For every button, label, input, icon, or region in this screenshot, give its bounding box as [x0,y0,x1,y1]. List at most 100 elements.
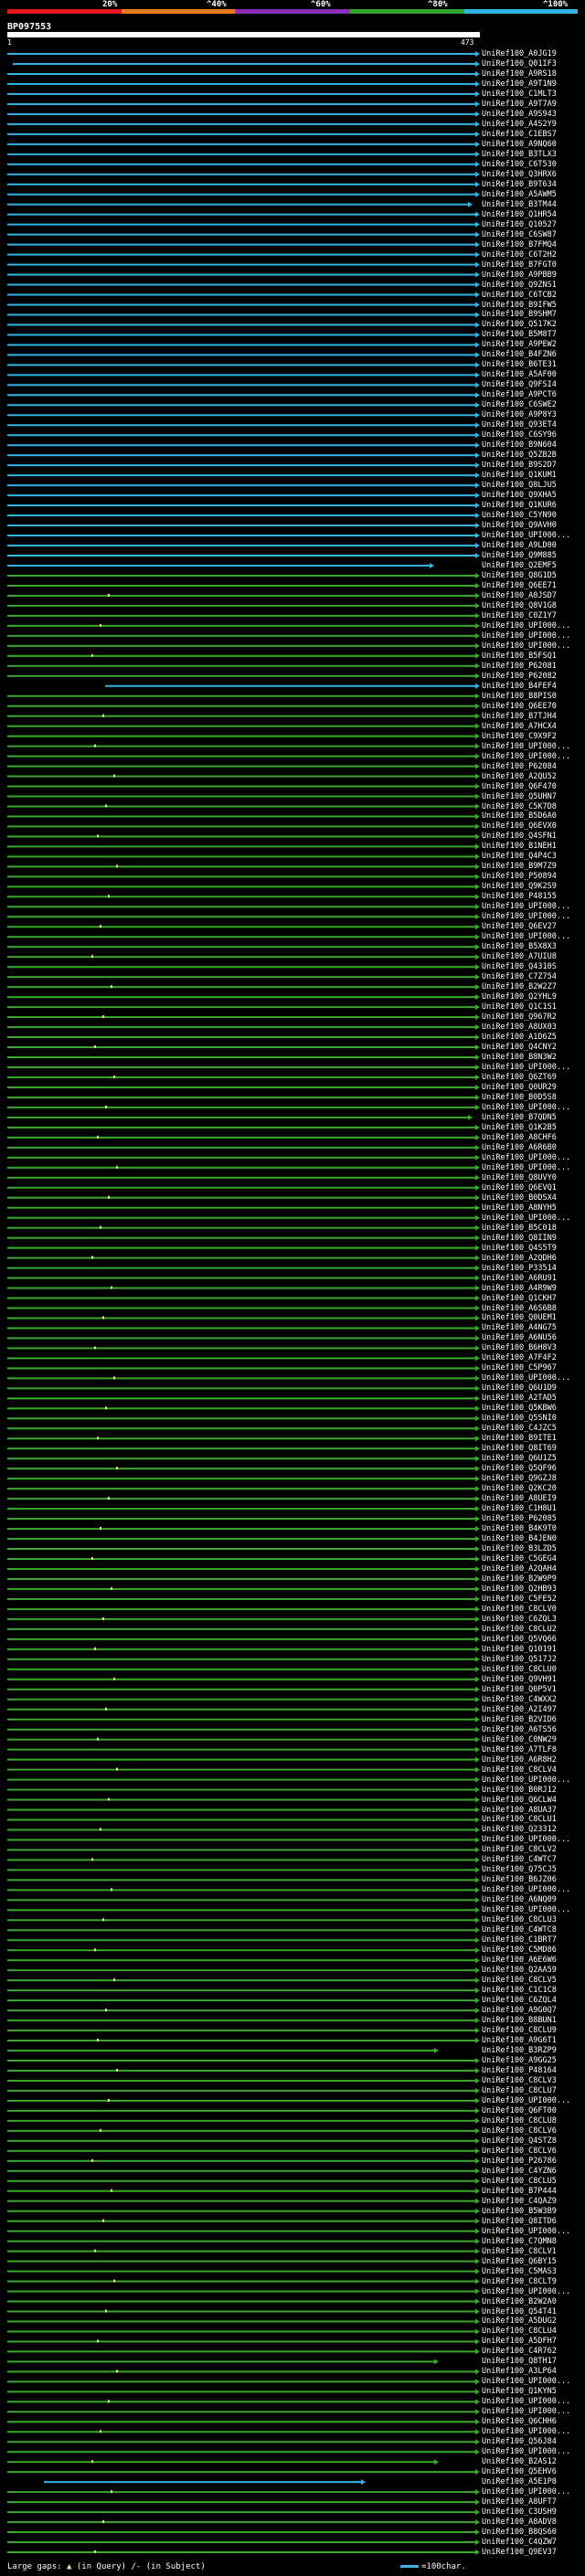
hit-label[interactable]: UniRef100_C0Z1Y7 [482,611,557,620]
hit-label[interactable]: UniRef100_UPI000... [482,1885,570,1894]
hit-label[interactable]: UniRef100_Q10527 [482,220,557,229]
hit-label[interactable]: UniRef100_C8CLV2 [482,1845,557,1854]
hit-label[interactable]: UniRef100_UPI000... [482,1373,570,1383]
hit-label[interactable]: UniRef100_C4QZW7 [482,2538,557,2547]
hit-label[interactable]: UniRef100_C4WTC8 [482,1925,557,1935]
hit-label[interactable]: UniRef100_Q1KUM1 [482,471,557,480]
hit-label[interactable]: UniRef100_Q8ITD6 [482,2217,557,2226]
hit-label[interactable]: UniRef100_A6S6B8 [482,1304,557,1313]
hit-label[interactable]: UniRef100_C5MD86 [482,1945,557,1955]
hit-label[interactable]: UniRef100_B2W2Z7 [482,982,557,991]
hit-label[interactable]: UniRef100_Q4310S [482,962,557,971]
hit-label[interactable]: UniRef100_B4JEN0 [482,1534,557,1543]
hit-label[interactable]: UniRef100_UPI000... [482,2447,570,2456]
hit-label[interactable]: UniRef100_C6ZQL4 [482,1996,557,2005]
hit-label[interactable]: UniRef100_C6ZQL3 [482,1615,557,1624]
hit-label[interactable]: UniRef100_C5P967 [482,1363,557,1373]
hit-label[interactable]: UniRef100_Q1C1S1 [482,1002,557,1012]
hit-label[interactable]: UniRef100_Q1KUR6 [482,501,557,510]
hit-label[interactable]: UniRef100_C4WXX2 [482,1695,557,1704]
hit-label[interactable]: UniRef100_Q967R2 [482,1012,557,1022]
hit-label[interactable]: UniRef100_C1H8U1 [482,1504,557,1513]
hit-label[interactable]: UniRef100_Q5QF96 [482,1464,557,1473]
hit-label[interactable]: UniRef100_C9X9F2 [482,732,557,741]
hit-label[interactable]: UniRef100_UPI000... [482,1063,570,1072]
hit-label[interactable]: UniRef100_Q517K2 [482,320,557,329]
hit-label[interactable]: UniRef100_A6R8H2 [482,1755,557,1765]
hit-label[interactable]: UniRef100_UPI000... [482,2407,570,2416]
hit-label[interactable]: UniRef100_A8UEI9 [482,1494,557,1503]
hit-label[interactable]: UniRef100_Q4STZ8 [482,2136,557,2146]
hit-label[interactable]: UniRef100_Q2EMF5 [482,561,557,570]
hit-label[interactable]: UniRef100_C1BRT7 [482,1935,557,1945]
hit-label[interactable]: UniRef100_C8CLU9 [482,2026,557,2035]
hit-label[interactable]: UniRef100_B2W9P9 [482,1574,557,1584]
hit-label[interactable]: UniRef100_A6TS56 [482,1725,557,1734]
hit-label[interactable]: UniRef100_A2QDH6 [482,1254,557,1263]
hit-label[interactable]: UniRef100_B8QS60 [482,2528,557,2537]
hit-label[interactable]: UniRef100_Q9AVH0 [482,521,557,530]
hit-label[interactable]: UniRef100_UPI000... [482,1776,570,1785]
hit-label[interactable]: UniRef100_C6T2H2 [482,250,557,260]
hit-label[interactable]: UniRef100_B6TE31 [482,360,557,369]
hit-label[interactable]: UniRef100_C4YZN6 [482,2167,557,2176]
hit-label[interactable]: UniRef100_C4WTC7 [482,1855,557,1864]
hit-label[interactable]: UniRef100_C8CLV1 [482,2247,557,2256]
hit-label[interactable]: UniRef100_B9SHM7 [482,310,557,319]
hit-label[interactable]: UniRef100_Q23312 [482,1825,557,1834]
hit-label[interactable]: UniRef100_C6SW87 [482,230,557,239]
hit-label[interactable]: UniRef100_A9RS18 [482,69,557,79]
hit-label[interactable]: UniRef100_B5FSQ1 [482,652,557,661]
hit-label[interactable]: UniRef100_UPI000... [482,2397,570,2406]
hit-label[interactable]: UniRef100_Q5KBW6 [482,1404,557,1413]
hit-label[interactable]: UniRef100_B1NEH1 [482,842,557,851]
hit-label[interactable]: UniRef100_B7P444 [482,2187,557,2196]
hit-label[interactable]: UniRef100_P33514 [482,1264,557,1273]
hit-label[interactable]: UniRef100_C5K7D8 [482,802,557,811]
hit-label[interactable]: UniRef100_A8NYH5 [482,1203,557,1213]
hit-label[interactable]: UniRef100_UPI000... [482,2427,570,2436]
hit-label[interactable]: UniRef100_C8CLV6 [482,2147,557,2156]
hit-label[interactable]: UniRef100_UPI000... [482,2287,570,2296]
hit-label[interactable]: UniRef100_Q2KC20 [482,1484,557,1493]
hit-label[interactable]: UniRef100_Q75CJ5 [482,1865,557,1874]
hit-label[interactable]: UniRef100_C4JZC5 [482,1424,557,1433]
hit-label[interactable]: UniRef100_Q6FT00 [482,2106,557,2115]
hit-label[interactable]: UniRef100_Q9XHA5 [482,491,557,500]
hit-label[interactable]: UniRef100_Q6EVX0 [482,822,557,831]
hit-label[interactable]: UniRef100_A0JSD7 [482,591,557,600]
hit-label[interactable]: UniRef100_Q6EVQ1 [482,1183,557,1193]
hit-label[interactable]: UniRef100_C8CLU7 [482,2086,557,2095]
hit-label[interactable]: UniRef100_C7Z754 [482,972,557,981]
hit-label[interactable]: UniRef100_B0DSX4 [482,1193,557,1203]
hit-label[interactable]: UniRef100_A5AWM5 [482,190,557,199]
hit-label[interactable]: UniRef100_A7UIU8 [482,952,557,961]
hit-label[interactable]: UniRef100_Q6U1Z5 [482,1454,557,1463]
hit-label[interactable]: UniRef100_C1MLT3 [482,90,557,99]
hit-label[interactable]: UniRef100_A6RU91 [482,1274,557,1283]
hit-label[interactable]: UniRef100_A9P8Y3 [482,410,557,419]
hit-label[interactable]: UniRef100_UPI000... [482,631,570,641]
hit-label[interactable]: UniRef100_A5E1P8 [482,2477,557,2486]
hit-label[interactable]: UniRef100_C8CLV0 [482,1605,557,1614]
hit-label[interactable]: UniRef100_Q2YHL9 [482,992,557,1002]
hit-label[interactable]: UniRef100_Q9EV37 [482,2548,557,2557]
hit-label[interactable]: UniRef100_C8CLV4 [482,1765,557,1775]
hit-label[interactable]: UniRef100_B2AS12 [482,2457,557,2466]
hit-label[interactable]: UniRef100_Q5ZB2B [482,451,557,460]
hit-label[interactable]: UniRef100_Q6BY15 [482,2257,557,2266]
hit-label[interactable]: UniRef100_B4K9T0 [482,1524,557,1533]
hit-label[interactable]: UniRef100_C8CLU3 [482,1915,557,1924]
hit-label[interactable]: UniRef100_B7TJH4 [482,712,557,721]
hit-label[interactable]: UniRef100_A6NU56 [482,1333,557,1342]
hit-label[interactable]: UniRef100_B8BUN1 [482,2016,557,2025]
hit-label[interactable]: UniRef100_Q4CNY2 [482,1043,557,1052]
hit-label[interactable]: UniRef100_P62085 [482,1514,557,1523]
hit-label[interactable]: UniRef100_Q9VH91 [482,1675,557,1684]
hit-label[interactable]: UniRef100_A4S2Y9 [482,120,557,129]
hit-label[interactable]: UniRef100_UPI000... [482,1163,570,1172]
hit-label[interactable]: UniRef100_Q0UR29 [482,1083,557,1092]
hit-label[interactable]: UniRef100_Q0UEM1 [482,1313,557,1322]
hit-label[interactable]: UniRef100_P48155 [482,892,557,901]
hit-label[interactable]: UniRef100_A9LD00 [482,541,557,550]
